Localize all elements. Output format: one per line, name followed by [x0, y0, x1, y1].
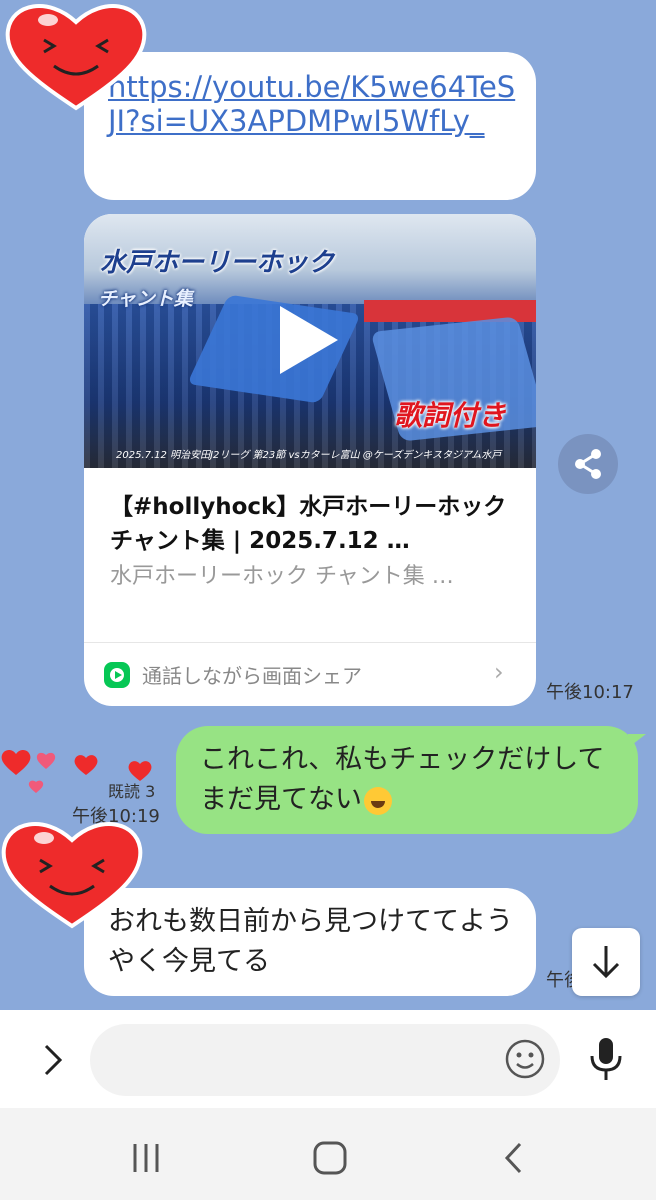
thumbnail-caption: 2025.7.12 明治安田J2リーグ 第23節 vsカターレ富山 @ケーズデン…: [116, 450, 502, 461]
share-icon: [575, 449, 601, 479]
arrow-down-icon: [592, 946, 620, 979]
preview-title[interactable]: 【#hollyhock】水戸ホーリーホック チャント集 | 2025.7.12 …: [110, 490, 520, 558]
thumbnail-lyrics-tag: 歌詞付き: [394, 399, 507, 432]
youtube-link[interactable]: https://youtu.be/K5we64TeSJI?si=UX3APDMP…: [108, 70, 516, 138]
screen-share-label: 通話しながら画面シェア: [142, 664, 362, 688]
message-input[interactable]: [90, 1024, 560, 1096]
play-icon[interactable]: [280, 306, 338, 374]
back-icon[interactable]: [502, 1140, 526, 1176]
video-thumbnail[interactable]: 水戸ホーリーホック チャント集 歌詞付き 2025.7.12 明治安田J2リーグ…: [84, 214, 536, 468]
received-message-text: おれも数日前から見つけててようやく今見てる: [108, 906, 513, 977]
screen-share-icon: [104, 661, 130, 688]
home-icon[interactable]: [312, 1140, 348, 1176]
link-message-bubble[interactable]: https://youtu.be/K5we64TeSJI?si=UX3APDMP…: [84, 52, 536, 200]
thumbnail-subtitle: チャント集: [98, 288, 193, 310]
scroll-to-bottom-button[interactable]: [572, 928, 640, 996]
preview-description: 水戸ホーリーホック チャント集 …: [110, 564, 454, 589]
received-message-bubble[interactable]: おれも数日前から見つけててようやく今見てる: [84, 888, 536, 996]
link-preview-card[interactable]: 水戸ホーリーホック チャント集 歌詞付き 2025.7.12 明治安田J2リーグ…: [84, 214, 536, 706]
thumbnail-title: 水戸ホーリーホック: [100, 248, 335, 278]
chevron-right-icon[interactable]: ›: [494, 658, 504, 686]
expand-menu-chevron-icon[interactable]: [38, 1040, 68, 1080]
sweat-smile-emoji-icon: [364, 786, 392, 815]
share-button[interactable]: [558, 434, 618, 494]
microphone-icon[interactable]: [588, 1036, 624, 1082]
message-timestamp: 午後10:17: [546, 682, 634, 703]
divider: [84, 642, 536, 643]
sent-message-text: これこれ、私もチェックだけしてまだ見てない: [200, 744, 605, 815]
sent-message-bubble[interactable]: これこれ、私もチェックだけしてまだ見てない: [176, 726, 646, 834]
smiley-icon[interactable]: [504, 1038, 546, 1080]
heart-face-sticker-icon: [5, 4, 147, 111]
screen-share-action[interactable]: 通話しながら画面シェア: [104, 660, 362, 689]
hearts-burst-icon: [1, 749, 152, 793]
chat-area[interactable]: https://youtu.be/K5we64TeSJI?si=UX3APDMP…: [0, 0, 656, 1010]
recent-apps-icon[interactable]: [132, 1140, 160, 1176]
heart-face-sticker-icon: [1, 822, 143, 929]
